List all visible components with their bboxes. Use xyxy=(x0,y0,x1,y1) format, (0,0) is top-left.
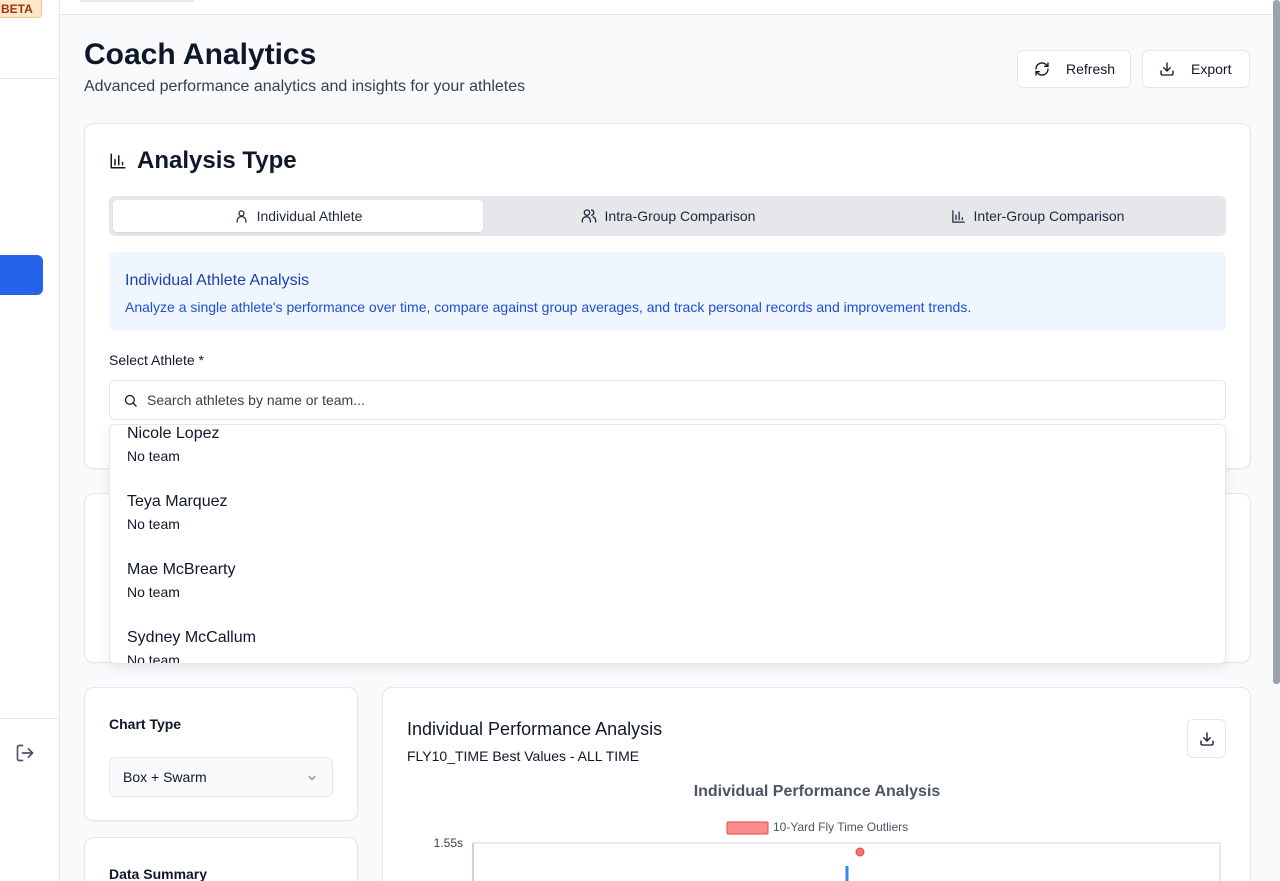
tab-inter-group[interactable]: Inter-Group Comparison xyxy=(853,200,1222,232)
athlete-dropdown: Nicole Lopez No team Teya Marquez No tea… xyxy=(109,424,1226,664)
performance-chart: Individual Performance Analysis 10-Yard … xyxy=(434,783,1221,881)
athlete-search-input[interactable] xyxy=(147,392,1207,408)
athlete-name: Teya Marquez xyxy=(127,493,228,510)
data-summary-card: Data Summary xyxy=(84,837,358,881)
top-bar-tab[interactable] xyxy=(80,0,194,2)
legend-label: 10-Yard Fly Time Outliers xyxy=(773,820,908,834)
sidebar-item-active[interactable] xyxy=(0,255,43,295)
export-button[interactable]: Export xyxy=(1142,50,1250,88)
search-icon xyxy=(124,394,137,407)
outlier-point xyxy=(855,847,865,857)
chart-title: Individual Performance Analysis xyxy=(694,783,941,800)
page-title: Coach Analytics xyxy=(84,38,317,71)
athlete-team: No team xyxy=(127,516,180,532)
page-subtitle: Advanced performance analytics and insig… xyxy=(84,78,526,95)
tab-individual-athlete[interactable]: Individual Athlete xyxy=(113,200,483,232)
athlete-name: Mae McBrearty xyxy=(127,561,236,578)
top-bar xyxy=(60,0,1280,15)
sidebar: BETA xyxy=(0,0,60,881)
athlete-name: Nicole Lopez xyxy=(127,425,220,442)
analysis-type-title: Analysis Type xyxy=(109,147,297,175)
performance-card: Individual Performance Analysis FLY10_TI… xyxy=(382,687,1251,881)
info-title: Individual Athlete Analysis xyxy=(125,272,310,289)
chevron-down-icon xyxy=(308,776,316,780)
athlete-team: No team xyxy=(127,448,180,464)
athlete-search-field[interactable] xyxy=(109,380,1226,420)
refresh-icon xyxy=(1035,62,1049,76)
bar-chart-icon xyxy=(110,153,126,169)
analysis-tabs: Individual Athlete Intra-Group Compariso… xyxy=(109,196,1226,236)
export-label: Export xyxy=(1191,61,1232,77)
chart-type-label: Chart Type xyxy=(109,716,182,732)
refresh-button[interactable]: Refresh xyxy=(1017,50,1131,88)
data-summary-label: Data Summary xyxy=(109,866,208,881)
sidebar-divider xyxy=(0,78,59,79)
athlete-name: Sydney McCallum xyxy=(127,629,256,646)
chart-type-value: Box + Swarm xyxy=(123,769,207,785)
users-icon xyxy=(581,209,596,223)
download-icon xyxy=(1160,62,1174,76)
beta-badge: BETA xyxy=(0,0,42,18)
list-item[interactable]: Sydney McCallum No team xyxy=(127,629,256,664)
scrollbar[interactable] xyxy=(1273,0,1280,684)
list-item[interactable]: Teya Marquez No team xyxy=(127,493,228,532)
athlete-team: No team xyxy=(127,652,180,664)
tab-intra-group[interactable]: Intra-Group Comparison xyxy=(483,200,853,232)
list-item[interactable]: Nicole Lopez No team xyxy=(127,425,220,464)
legend-swatch xyxy=(726,821,769,835)
info-description: Analyze a single athlete's performance o… xyxy=(125,299,972,315)
info-box: Individual Athlete Analysis Analyze a si… xyxy=(109,252,1226,331)
user-icon xyxy=(236,209,247,223)
chart-type-card: Chart Type Box + Swarm xyxy=(84,687,358,821)
chart-type-select[interactable]: Box + Swarm xyxy=(109,757,333,797)
select-athlete-label: Select Athlete * xyxy=(109,352,204,368)
y-tick-label: 1.55s xyxy=(434,836,463,850)
athlete-team: No team xyxy=(127,584,180,600)
refresh-label: Refresh xyxy=(1066,61,1116,77)
bar-chart-icon xyxy=(951,209,965,223)
list-item[interactable]: Mae McBrearty No team xyxy=(127,561,235,600)
sidebar-divider xyxy=(0,718,59,719)
logout-icon[interactable] xyxy=(15,743,35,763)
